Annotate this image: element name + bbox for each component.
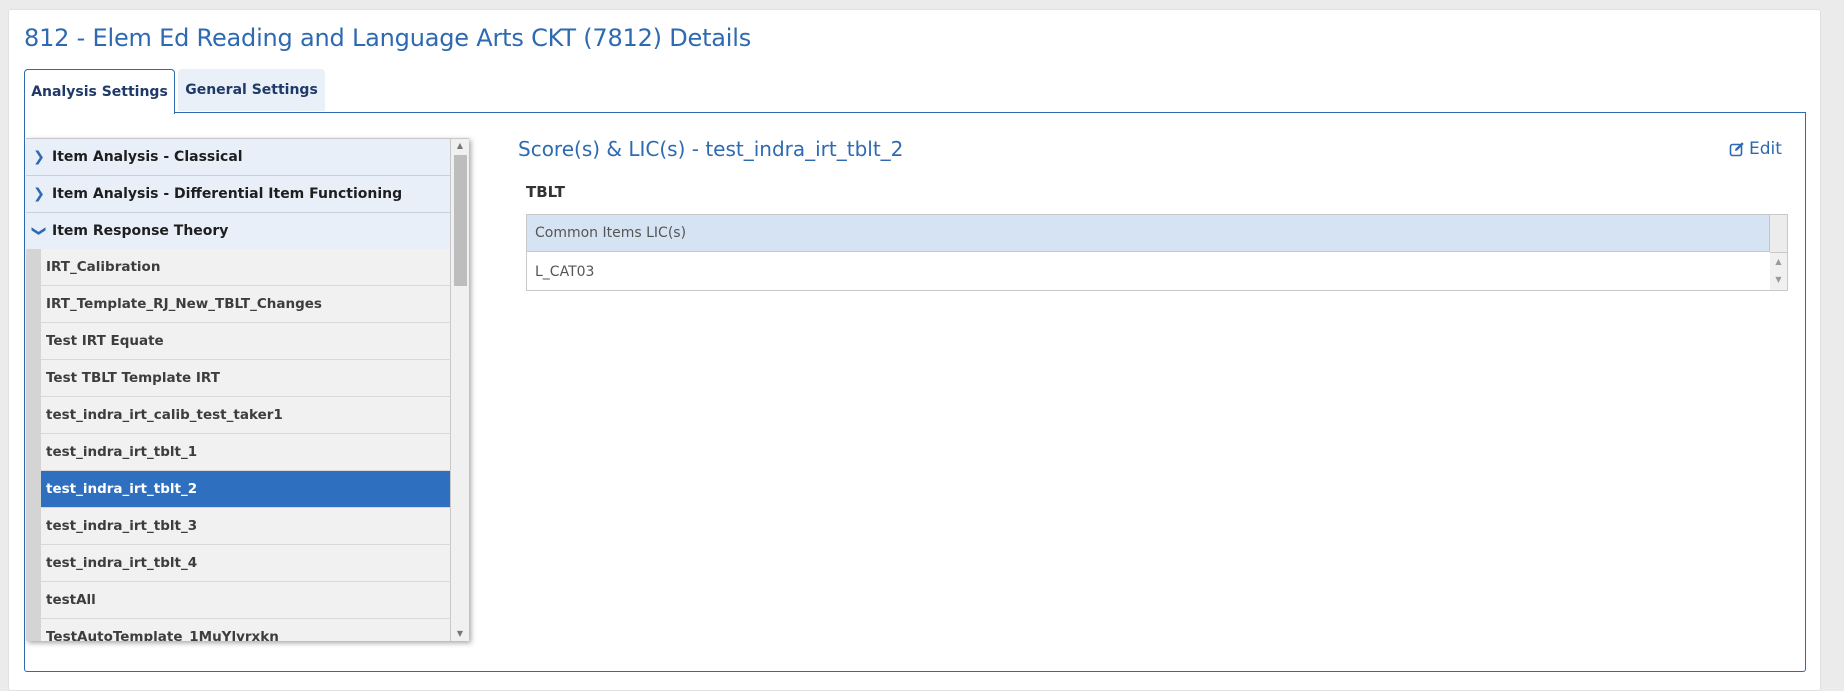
edit-icon xyxy=(1729,142,1744,157)
edit-button[interactable]: Edit xyxy=(1729,139,1782,159)
list-item[interactable]: test_indra_irt_tblt_4 xyxy=(41,545,451,582)
lic-table: Common Items LIC(s) L_CAT03 ▲ ▼ xyxy=(526,214,1788,291)
page-title: 812 - Elem Ed Reading and Language Arts … xyxy=(24,24,752,52)
list-item[interactable]: Test IRT Equate xyxy=(41,323,451,360)
edit-label: Edit xyxy=(1749,139,1782,159)
tab-analysis-settings[interactable]: Analysis Settings xyxy=(24,69,175,114)
group-item-analysis-classical[interactable]: ❯ Item Analysis - Classical xyxy=(26,139,451,176)
list-item[interactable]: test_indra_irt_tblt_1 xyxy=(41,434,451,471)
list-item-selected[interactable]: test_indra_irt_tblt_2 xyxy=(41,471,451,508)
chevron-down-icon: ❯ xyxy=(31,225,47,237)
header-corner xyxy=(1770,215,1787,253)
column-header[interactable]: Common Items LIC(s) xyxy=(527,215,1770,252)
score-heading: TBLT xyxy=(526,183,565,201)
table-scrollbar[interactable]: ▲ ▼ xyxy=(1770,253,1787,290)
chevron-right-icon: ❯ xyxy=(33,186,45,202)
list-item[interactable]: IRT_Calibration xyxy=(41,249,451,286)
scroll-down-icon[interactable]: ▼ xyxy=(451,627,469,641)
table-row[interactable]: L_CAT03 xyxy=(527,253,1770,290)
group-label: Item Analysis - Classical xyxy=(52,149,243,165)
group-item-analysis-dif[interactable]: ❯ Item Analysis - Differential Item Func… xyxy=(26,176,451,213)
group-label: Item Response Theory xyxy=(52,223,229,239)
chevron-right-icon: ❯ xyxy=(33,149,45,165)
detail-title: Score(s) & LIC(s) - test_indra_irt_tblt_… xyxy=(518,137,904,161)
list-item[interactable]: TestAutoTemplate_1MuYlvrxkn xyxy=(41,619,451,641)
list-item[interactable]: Test TBLT Template IRT xyxy=(41,360,451,397)
list-item[interactable]: testAll xyxy=(41,582,451,619)
scroll-thumb[interactable] xyxy=(454,155,467,286)
list-item[interactable]: test_indra_irt_tblt_3 xyxy=(41,508,451,545)
tab-general-settings[interactable]: General Settings xyxy=(178,69,325,111)
group-item-response-theory[interactable]: ❯ Item Response Theory xyxy=(26,213,451,249)
list-item[interactable]: IRT_Template_RJ_New_TBLT_Changes xyxy=(41,286,451,323)
group-label: Item Analysis - Differential Item Functi… xyxy=(52,186,403,202)
template-list: ❯ Item Analysis - Classical ❯ Item Analy… xyxy=(26,138,469,641)
scroll-up-icon[interactable]: ▲ xyxy=(1770,253,1787,271)
scroll-up-icon[interactable]: ▲ xyxy=(451,139,469,153)
list-scrollbar[interactable]: ▲ ▼ xyxy=(451,139,469,641)
scroll-down-icon[interactable]: ▼ xyxy=(1770,271,1787,289)
list-item[interactable]: test_indra_irt_calib_test_taker1 xyxy=(41,397,451,434)
